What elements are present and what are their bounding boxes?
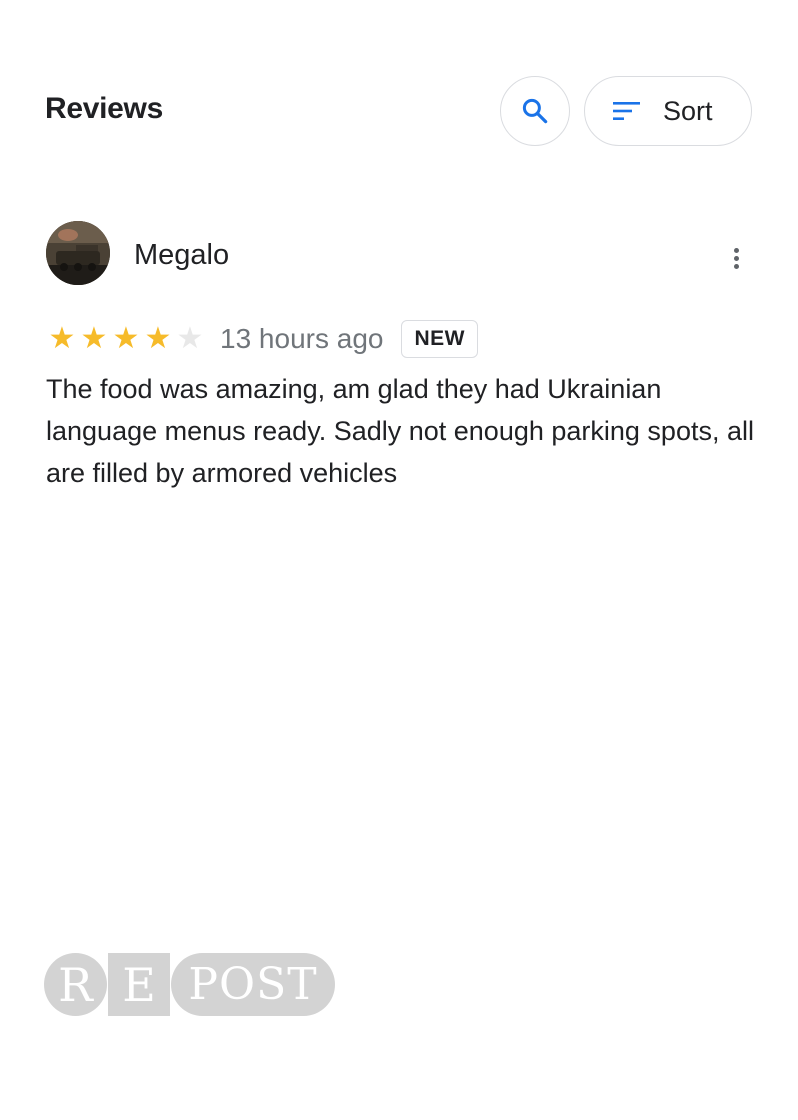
repost-watermark: R E POST [44, 953, 335, 1016]
rating-row: ★ ★ ★ ★ ★ 13 hours ago NEW [46, 318, 478, 360]
review-text: The food was amazing, am glad they had U… [46, 374, 754, 488]
star-filled-icon: ★ [144, 321, 172, 356]
star-rating: ★ ★ ★ ★ ★ [46, 324, 206, 354]
star-filled-icon: ★ [80, 321, 108, 356]
more-vert-icon [733, 247, 739, 253]
more-options-button[interactable] [722, 240, 750, 276]
new-badge: NEW [401, 320, 478, 358]
sort-button[interactable]: Sort [584, 76, 752, 146]
watermark-r: R [44, 953, 107, 1016]
reviewer-name[interactable]: Megalo [134, 239, 229, 272]
watermark-post: POST [171, 953, 335, 1016]
sort-button-label: Sort [663, 95, 713, 126]
star-filled-icon: ★ [48, 321, 76, 356]
sort-lines-icon [613, 100, 641, 122]
watermark-e: E [108, 953, 170, 1016]
star-empty-icon: ★ [176, 321, 204, 356]
review-time: 13 hours ago [220, 323, 384, 354]
avatar[interactable] [46, 221, 110, 285]
star-filled-icon: ★ [112, 321, 140, 356]
more-vert-icon-dot [733, 263, 739, 269]
search-icon [522, 98, 548, 124]
more-vert-icon-dot [733, 255, 739, 261]
search-button[interactable] [500, 76, 570, 146]
page-title: Reviews [45, 92, 163, 125]
